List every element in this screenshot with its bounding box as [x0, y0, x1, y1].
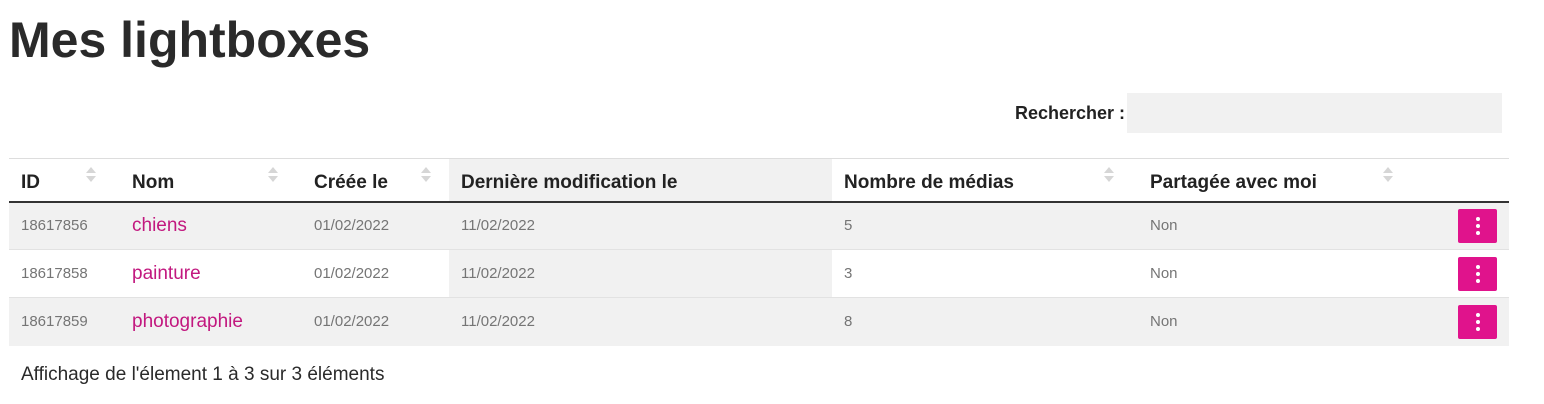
vertical-ellipsis-icon [1475, 312, 1480, 331]
lightbox-table: ID Nom Créée le Dernière modification le… [9, 158, 1509, 346]
cell-actions [1393, 201, 1509, 250]
row-menu-button[interactable] [1458, 208, 1497, 243]
column-header-label: Dernière modification le [461, 171, 678, 193]
cell-created: 01/02/2022 [302, 297, 449, 346]
table-header-row: ID Nom Créée le Dernière modification le… [9, 158, 1509, 203]
cell-media-count: 5 [832, 201, 1138, 250]
cell-modified: 11/02/2022 [449, 249, 832, 298]
column-header-modified[interactable]: Dernière modification le [449, 158, 832, 203]
table-row: 18617858 painture 01/02/2022 11/02/2022 … [9, 249, 1509, 298]
cell-created: 01/02/2022 [302, 201, 449, 250]
sort-arrows-icon [86, 167, 96, 185]
cell-modified: 11/02/2022 [449, 201, 832, 250]
cell-modified: 11/02/2022 [449, 297, 832, 346]
column-header-label: Partagée avec moi [1150, 171, 1317, 193]
column-header-label: Créée le [314, 171, 388, 193]
cell-name: painture [120, 249, 302, 298]
search-label: Rechercher : [1015, 102, 1126, 123]
row-menu-button[interactable] [1458, 304, 1497, 339]
cell-media-count: 3 [832, 249, 1138, 298]
column-header-label: Nom [132, 171, 175, 193]
cell-created: 01/02/2022 [302, 249, 449, 298]
table-info: Affichage de l'élement 1 à 3 sur 3 éléme… [21, 364, 385, 385]
column-header-shared[interactable]: Partagée avec moi [1138, 158, 1393, 203]
column-header-id[interactable]: ID [9, 158, 120, 203]
cell-media-count: 8 [832, 297, 1138, 346]
cell-shared: Non [1138, 249, 1393, 298]
row-menu-button[interactable] [1458, 256, 1497, 291]
sort-arrows-icon [1383, 167, 1393, 185]
cell-id: 18617856 [9, 201, 120, 250]
vertical-ellipsis-icon [1475, 264, 1480, 283]
sort-arrows-icon [1104, 167, 1114, 185]
cell-actions [1393, 297, 1509, 346]
sort-arrows-icon [268, 167, 278, 185]
column-header-label: ID [21, 171, 40, 193]
cell-name: chiens [120, 201, 302, 250]
search-input[interactable] [1127, 93, 1503, 133]
cell-actions [1393, 249, 1509, 298]
cell-id: 18617858 [9, 249, 120, 298]
cell-shared: Non [1138, 201, 1393, 250]
column-header-name[interactable]: Nom [120, 158, 302, 203]
column-header-media-count[interactable]: Nombre de médias [832, 158, 1138, 203]
page-title: Mes lightboxes [9, 12, 371, 68]
column-header-label: Nombre de médias [844, 171, 1014, 193]
table-row: 18617859 photographie 01/02/2022 11/02/2… [9, 297, 1509, 346]
cell-shared: Non [1138, 297, 1393, 346]
column-header-actions [1393, 158, 1509, 203]
table-row: 18617856 chiens 01/02/2022 11/02/2022 5 … [9, 201, 1509, 250]
lightbox-link[interactable]: chiens [132, 215, 187, 236]
cell-id: 18617859 [9, 297, 120, 346]
vertical-ellipsis-icon [1475, 216, 1480, 235]
column-header-created[interactable]: Créée le [302, 158, 449, 203]
sort-arrows-icon [421, 167, 431, 185]
search-bar: Rechercher : [1015, 93, 1503, 133]
lightbox-link[interactable]: painture [132, 263, 201, 284]
lightbox-link[interactable]: photographie [132, 311, 243, 332]
cell-name: photographie [120, 297, 302, 346]
